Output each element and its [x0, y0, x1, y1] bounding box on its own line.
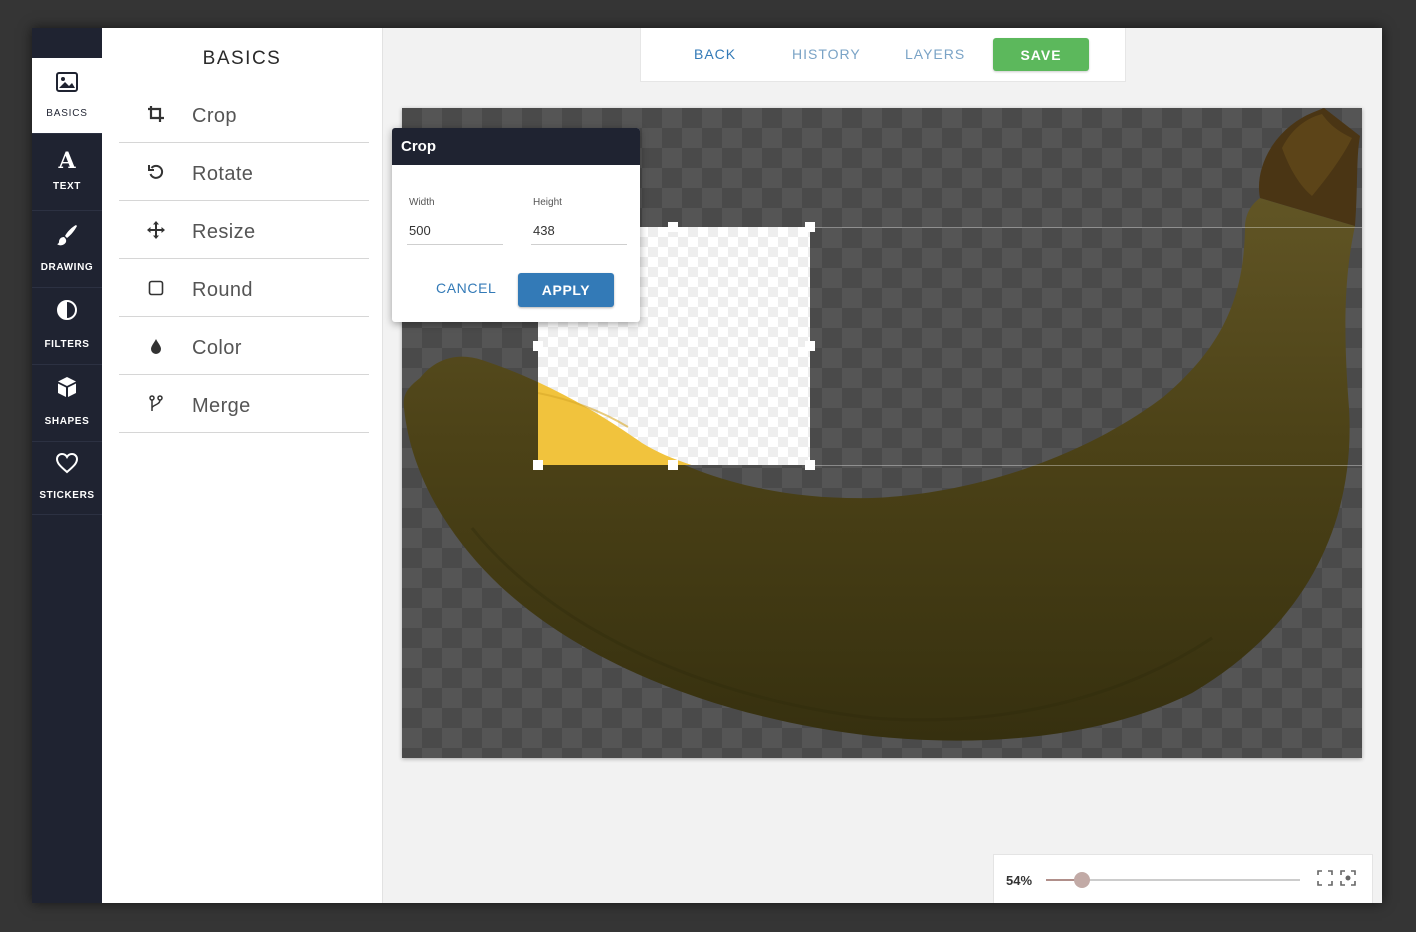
image-icon [56, 72, 78, 92]
save-button[interactable]: SAVE [993, 38, 1089, 71]
crop-handle-bottom-right[interactable] [805, 460, 815, 470]
crop-handle-middle-right[interactable] [805, 341, 815, 351]
panel-title: BASICS [202, 48, 282, 69]
image-editor-app: BASICS A TEXT DRAWING FILTERS SHAPES STI… [32, 28, 1382, 903]
drop-icon [147, 337, 165, 355]
history-button[interactable]: HISTORY [792, 46, 861, 62]
editor-toolbar: BACK HISTORY LAYERS SAVE [640, 28, 1126, 82]
actual-size-icon[interactable] [1340, 870, 1356, 886]
crop-handle-middle-left[interactable] [533, 341, 543, 351]
tool-label: Rotate [192, 163, 254, 185]
category-nav: BASICS A TEXT DRAWING FILTERS SHAPES STI… [32, 28, 102, 903]
tool-label: Merge [192, 395, 251, 417]
crop-guide-top [810, 227, 1362, 228]
nav-label-basics: BASICS [46, 108, 88, 119]
zoom-bar: 54% [993, 854, 1373, 903]
tool-label: Color [192, 337, 242, 359]
crop-handle-bottom-left[interactable] [533, 460, 543, 470]
tool-rotate[interactable]: Rotate [119, 143, 369, 201]
crop-handle-bottom-center[interactable] [668, 460, 678, 470]
nav-label-stickers: STICKERS [39, 490, 95, 501]
nav-item-drawing[interactable]: DRAWING [32, 211, 102, 288]
move-icon [147, 221, 165, 239]
tool-crop[interactable]: Crop [119, 85, 369, 143]
tool-label: Resize [192, 221, 256, 243]
tool-label: Crop [192, 105, 237, 127]
zoom-slider[interactable] [1046, 872, 1300, 888]
tool-color[interactable]: Color [119, 317, 369, 375]
nav-label-drawing: DRAWING [40, 262, 94, 273]
width-input[interactable] [407, 216, 503, 245]
nav-label-shapes: SHAPES [44, 416, 90, 427]
nav-item-shapes[interactable]: SHAPES [32, 365, 102, 442]
nav-item-stickers[interactable]: STICKERS [32, 442, 102, 515]
merge-icon [147, 395, 165, 413]
contrast-icon [57, 300, 77, 320]
brush-icon [57, 225, 77, 246]
crop-handle-top-center[interactable] [668, 222, 678, 232]
height-input[interactable] [531, 216, 627, 245]
heart-icon [55, 452, 79, 474]
zoom-value: 54% [1006, 873, 1033, 888]
width-label: Width [409, 197, 435, 208]
crop-guide-bottom [810, 465, 1362, 466]
zoom-slider-thumb[interactable] [1073, 872, 1090, 888]
height-label: Height [533, 197, 562, 208]
svg-text:A: A [57, 148, 76, 171]
rotate-icon [147, 163, 165, 181]
crop-dialog: Crop Width Height CANCEL APPLY [392, 128, 640, 322]
nav-item-filters[interactable]: FILTERS [32, 288, 102, 365]
tool-round[interactable]: Round [119, 259, 369, 317]
workspace: BACK HISTORY LAYERS SAVE Crop Width 500 … [383, 28, 1382, 903]
back-button[interactable]: BACK [694, 46, 736, 62]
tool-label: Round [192, 279, 253, 301]
nav-label-filters: FILTERS [44, 339, 90, 350]
nav-item-basics[interactable]: BASICS [32, 58, 102, 134]
apply-button[interactable]: APPLY [518, 273, 614, 307]
crop-handle-top-right[interactable] [805, 222, 815, 232]
tool-resize[interactable]: Resize [119, 201, 369, 259]
nav-label-text: TEXT [53, 181, 81, 192]
cancel-button[interactable]: CANCEL [436, 280, 496, 296]
tools-panel: BASICS Crop Rotate Resize Round Color Me… [102, 28, 383, 903]
fit-screen-icon[interactable] [1317, 870, 1333, 886]
text-icon: A [57, 148, 76, 171]
square-icon [147, 279, 165, 297]
cube-icon [58, 377, 76, 397]
layers-button[interactable]: LAYERS [905, 46, 965, 62]
nav-item-text[interactable]: A TEXT [32, 134, 102, 211]
crop-icon [147, 105, 165, 123]
crop-dialog-title: Crop [392, 128, 640, 165]
tool-merge[interactable]: Merge [119, 375, 369, 433]
